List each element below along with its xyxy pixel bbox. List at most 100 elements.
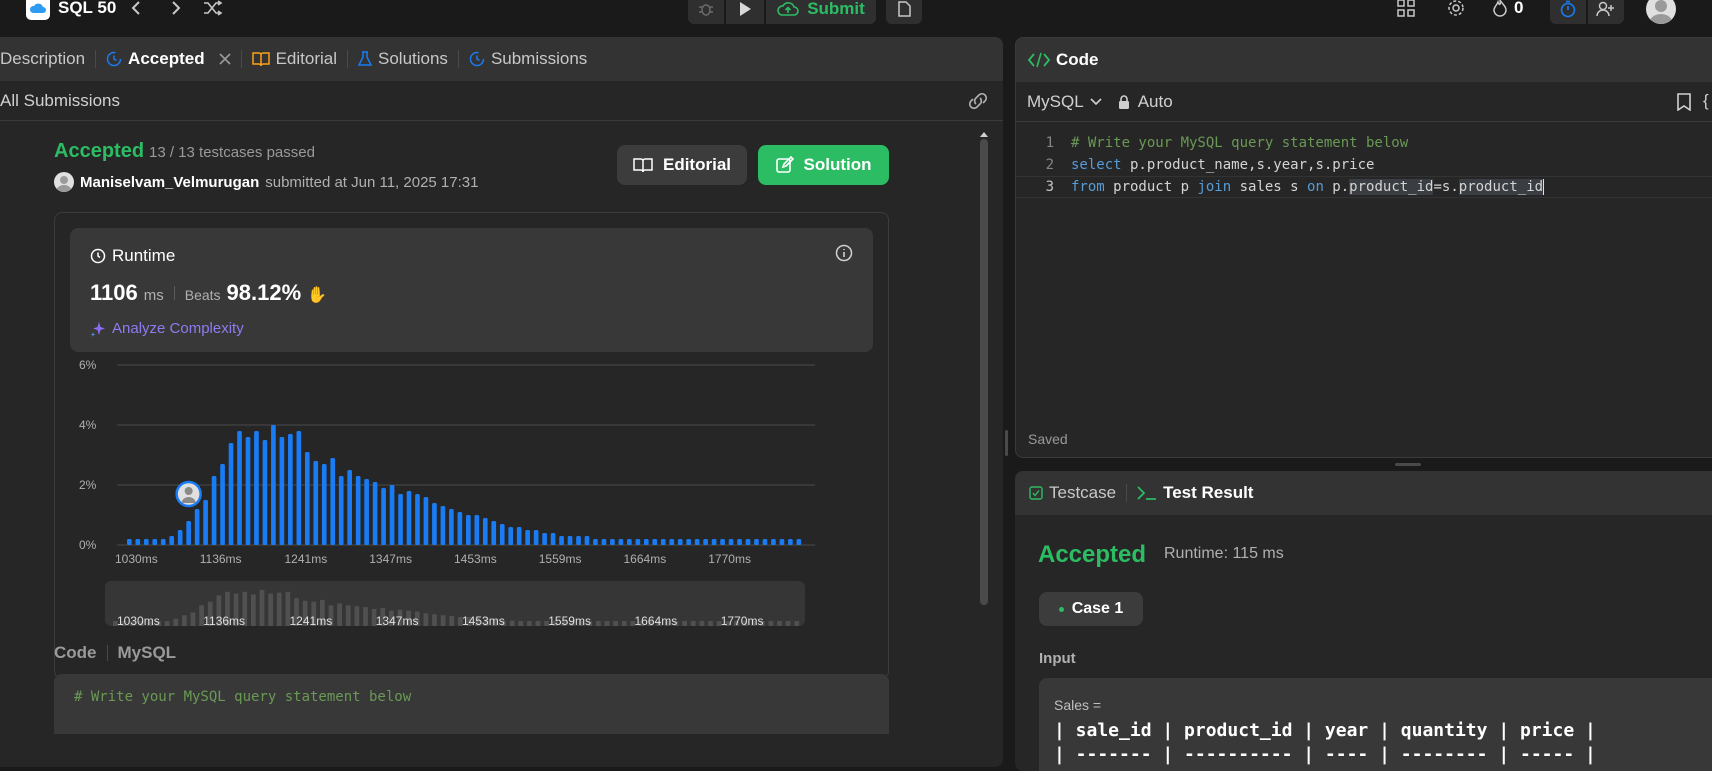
code-editor[interactable]: 1 # Write your MySQL query statement bel… [1016, 122, 1712, 412]
checkbox-icon [1029, 486, 1043, 500]
input-label: Input [1039, 650, 1076, 667]
prev-problem-button[interactable] [126, 0, 146, 20]
x-tick-label: 1136ms [200, 552, 242, 566]
tab-test-result[interactable]: Test Result [1127, 471, 1263, 515]
minimap-tick-label: 1770ms [721, 614, 764, 628]
solution-button-label: Solution [803, 155, 872, 174]
app-logo[interactable] [26, 0, 50, 20]
minimap-tick-label: 1453ms [462, 614, 505, 628]
clap-icon: ✋ [307, 287, 328, 304]
chart-bar [330, 458, 336, 545]
user-avatar-icon [1649, 0, 1673, 24]
chart-bar [499, 524, 505, 545]
runtime-distribution-chart[interactable]: 6% 4% 2% 0% 1030ms 1136ms 1241ms 1347ms 1453ms 15… [75, 353, 835, 643]
case-1-button[interactable]: Case 1 [1039, 592, 1143, 626]
chart-bar [160, 539, 166, 545]
code-divider [106, 645, 108, 661]
timer-button[interactable] [1550, 0, 1586, 24]
vertical-resize-handle[interactable] [1005, 430, 1008, 456]
saved-status: Saved [1028, 431, 1068, 447]
minimap-bar [182, 615, 187, 626]
link-icon[interactable] [967, 92, 989, 109]
left-tab-bar: Description Accepted Editorial Solutions… [0, 37, 1003, 81]
chart-bar [254, 431, 259, 545]
tab-testcase[interactable]: Testcase [1029, 471, 1126, 515]
avatar[interactable] [1646, 0, 1676, 24]
history-icon [469, 51, 485, 67]
run-button[interactable] [726, 0, 764, 24]
tab-solutions[interactable]: Solutions [348, 37, 458, 81]
runtime-card[interactable]: Runtime 1106 ms Beats 98.12% ✋ Analyze C… [70, 228, 873, 352]
analyze-complexity-label: Analyze Complexity [112, 320, 244, 337]
settings-button[interactable] [1444, 0, 1468, 20]
app-title[interactable]: SQL 50 [58, 0, 116, 20]
auto-mode[interactable]: Auto [1118, 92, 1173, 112]
analyze-complexity-link[interactable]: Analyze Complexity [90, 320, 244, 337]
language-select[interactable]: MySQL [1027, 92, 1102, 112]
chevron-left-icon [131, 1, 140, 15]
chart-bar [533, 530, 539, 545]
minimap-bar [596, 621, 601, 626]
bookmark-icon[interactable] [1677, 93, 1691, 111]
cloud-upload-icon [777, 2, 799, 16]
chart-bar [237, 431, 242, 545]
runtime-values-row: 1106 ms Beats 98.12% ✋ [90, 280, 327, 306]
notes-button[interactable] [886, 0, 922, 24]
line-number: 1 [1045, 135, 1054, 151]
chart-bar [593, 539, 598, 545]
beats-value: 98.12% [226, 280, 302, 305]
history-icon [106, 51, 122, 67]
keyword: select [1071, 157, 1122, 173]
value-divider [173, 286, 175, 300]
minimap-bar [337, 603, 342, 626]
solution-button[interactable]: Solution [758, 145, 889, 185]
layout-button[interactable] [1394, 0, 1418, 20]
chart-bar [262, 440, 268, 545]
chart-bar [127, 539, 132, 545]
chart-bar [194, 509, 200, 545]
submitter-avatar[interactable] [54, 172, 74, 192]
minimap-bar [699, 621, 705, 626]
user-avatar-icon [56, 176, 72, 192]
info-icon[interactable] [835, 244, 853, 262]
horizontal-resize-handle[interactable] [1395, 463, 1421, 466]
submit-button[interactable]: Submit [766, 0, 876, 24]
chart-bar [720, 539, 725, 545]
tab-code[interactable]: Code [1028, 38, 1109, 82]
editorial-button[interactable]: Editorial [617, 145, 747, 185]
line-number: 3 [1045, 179, 1054, 195]
streak-count: 0 [1514, 0, 1524, 17]
tab-description[interactable]: Description [0, 37, 95, 81]
submitter-name[interactable]: Maniselvam_Velmurugan [80, 174, 259, 191]
minimap-bar [604, 621, 610, 626]
all-submissions-link[interactable]: All Submissions [0, 91, 120, 111]
code-icon [1028, 52, 1050, 68]
tab-editorial[interactable]: Editorial [242, 37, 347, 81]
tab-test-result-label: Test Result [1163, 483, 1254, 502]
shuffle-button[interactable] [202, 0, 224, 20]
close-icon[interactable] [219, 53, 231, 65]
fire-icon [1493, 0, 1507, 17]
chart-bar [508, 527, 514, 545]
streak-counter[interactable]: 0 [1492, 0, 1523, 20]
tab-accepted[interactable]: Accepted [96, 37, 241, 81]
chart-bar [271, 425, 276, 545]
result-status: Accepted [1038, 541, 1147, 568]
scroll-up-arrow[interactable] [979, 125, 989, 137]
debug-button[interactable] [688, 0, 724, 24]
invite-button[interactable] [1588, 0, 1624, 24]
chart-bar [660, 539, 666, 545]
chart-bar [406, 491, 412, 545]
terminal-icon [1137, 486, 1157, 500]
left-scrollbar-thumb[interactable] [980, 139, 988, 605]
tab-submissions[interactable]: Submissions [459, 37, 597, 81]
minimap-tick-label: 1664ms [635, 614, 678, 628]
chart-bar [618, 539, 624, 545]
code-preview-line: # Write your MySQL query statement below [74, 689, 412, 705]
format-braces-icon[interactable]: { [1703, 91, 1709, 111]
chevron-down-icon [1090, 97, 1102, 105]
minimap-bar [173, 618, 179, 626]
minimap-bar [440, 615, 446, 626]
chart-bar [677, 539, 683, 545]
next-problem-button[interactable] [166, 0, 186, 20]
